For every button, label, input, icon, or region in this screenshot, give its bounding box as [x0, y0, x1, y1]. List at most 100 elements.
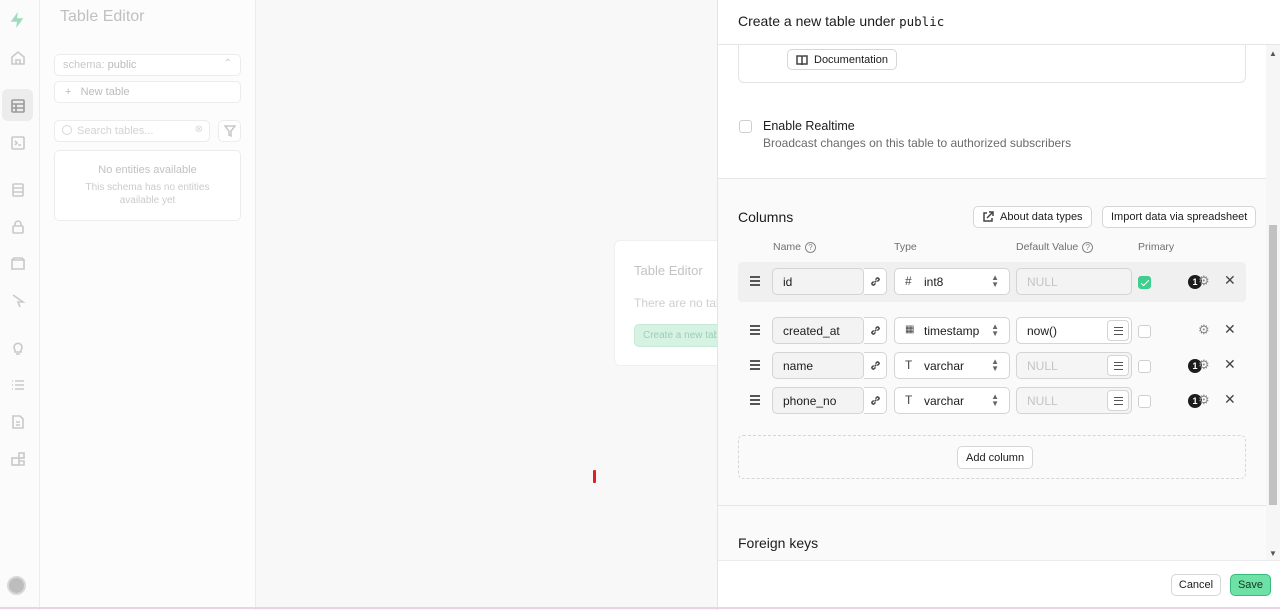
chevron-updown-icon: ▲ ▼ [991, 392, 999, 408]
hash-icon: # [905, 274, 912, 288]
primary-checkbox[interactable] [1138, 276, 1151, 289]
header-type: Type [894, 241, 917, 253]
header-name-label: Name [773, 241, 802, 253]
drag-handle-icon[interactable] [750, 395, 760, 405]
primary-checkbox[interactable] [1138, 325, 1151, 338]
column-name-input[interactable]: name [772, 352, 864, 379]
supabase-logo-icon[interactable] [8, 11, 26, 29]
search-icon [62, 125, 72, 135]
storage-icon[interactable] [9, 255, 27, 273]
new-table-button[interactable]: + New table [54, 81, 241, 103]
lightbulb-icon[interactable] [9, 339, 27, 357]
foreign-key-link-button[interactable] [864, 317, 887, 344]
schema-prefix: schema: [63, 59, 105, 71]
documentation-button[interactable]: Documentation [787, 49, 897, 70]
column-name-input[interactable]: id [772, 268, 864, 295]
column-name-input[interactable]: phone_no [772, 387, 864, 414]
database-icon[interactable] [9, 181, 27, 199]
header-default-label: Default Value [1016, 241, 1079, 253]
default-value-menu-button[interactable] [1107, 355, 1129, 376]
default-value-menu-button[interactable] [1107, 390, 1129, 411]
schema-selector[interactable]: schema: public ⌃ [54, 54, 241, 76]
table-editor-icon[interactable] [9, 97, 27, 115]
clear-icon[interactable]: ⊗ [195, 124, 203, 135]
help-icon[interactable]: ? [1082, 241, 1094, 253]
column-type-select[interactable]: T varchar ▲ ▼ [894, 387, 1010, 414]
column-type-value: int8 [924, 275, 944, 289]
remove-column-button[interactable]: ✕ [1224, 356, 1236, 373]
avatar[interactable] [7, 576, 26, 595]
scroll-down-arrow-icon[interactable]: ▼ [1269, 549, 1277, 558]
column-type-select[interactable]: ▦ timestamp ▲ ▼ [894, 317, 1010, 344]
empty-state: No entities available This schema has no… [54, 150, 241, 221]
remove-column-button[interactable]: ✕ [1224, 391, 1236, 408]
link-icon [870, 277, 880, 286]
chevron-updown-icon: ▲ ▼ [991, 322, 999, 338]
column-type-value: varchar [924, 359, 965, 373]
default-value-input[interactable]: NULL [1016, 268, 1132, 295]
enable-realtime-checkbox[interactable] [739, 120, 752, 133]
list-icon[interactable] [9, 376, 27, 394]
import-spreadsheet-button[interactable]: Import data via spreadsheet [1102, 206, 1257, 228]
column-row-id: id # int8 ▲ ▼ NULL 1 ⚙ ✕ [738, 262, 1246, 302]
empty-description: This schema has no entities available ye… [85, 182, 210, 206]
filter-button[interactable] [218, 120, 241, 142]
foreign-key-link-button[interactable] [864, 268, 887, 295]
remove-column-button[interactable]: ✕ [1224, 272, 1236, 289]
panel-scrollbar[interactable]: ▲ ▼ [1266, 45, 1280, 560]
book-icon [796, 54, 808, 65]
help-icon[interactable]: ? [805, 241, 817, 253]
list-icon [1113, 361, 1123, 370]
column-type-value: varchar [924, 394, 965, 408]
integrations-icon[interactable] [9, 450, 27, 468]
realtime-section: Documentation Enable Realtime Broadcast … [718, 45, 1267, 179]
about-data-types-button[interactable]: About data types [973, 206, 1092, 228]
foreign-keys-title: Foreign keys [738, 535, 819, 551]
gear-icon[interactable]: ⚙ [1198, 392, 1210, 408]
default-value-menu-button[interactable] [1107, 320, 1129, 341]
remove-column-button[interactable]: ✕ [1224, 321, 1236, 338]
cancel-button[interactable]: Cancel [1171, 574, 1221, 596]
gear-icon[interactable]: ⚙ [1198, 357, 1210, 373]
list-icon [1113, 326, 1123, 335]
foreign-key-link-button[interactable] [864, 352, 887, 379]
column-type-select[interactable]: # int8 ▲ ▼ [894, 268, 1010, 295]
calendar-icon: ▦ [905, 324, 915, 335]
drag-handle-icon[interactable] [750, 360, 760, 370]
list-icon [1113, 396, 1123, 405]
drag-handle-icon[interactable] [750, 276, 760, 286]
empty-title: No entities available [98, 164, 197, 176]
home-icon[interactable] [9, 49, 27, 67]
foreign-key-link-button[interactable] [864, 387, 887, 414]
gear-icon[interactable]: ⚙ [1198, 273, 1210, 289]
main-title: Table Editor [634, 263, 703, 278]
add-column-button[interactable]: Add column [957, 446, 1034, 469]
sql-editor-icon[interactable] [9, 134, 27, 152]
documentation-label: Documentation [814, 53, 888, 66]
window-bottom-border [0, 607, 1280, 609]
sidebar-title: Table Editor [60, 8, 145, 25]
drag-handle-icon[interactable] [750, 325, 760, 335]
functions-icon[interactable] [9, 292, 27, 310]
save-button[interactable]: Save [1230, 574, 1271, 596]
column-type-select[interactable]: T varchar ▲ ▼ [894, 352, 1010, 379]
columns-title: Columns [738, 209, 794, 225]
panel-body[interactable]: Documentation Enable Realtime Broadcast … [718, 45, 1267, 560]
link-icon [870, 361, 880, 370]
gear-icon[interactable]: ⚙ [1198, 322, 1210, 338]
chevron-updown-icon: ▲ ▼ [991, 273, 999, 289]
column-row-phone-no: phone_no T varchar ▲ ▼ NULL 1 ⚙ ✕ [738, 381, 1246, 421]
schema-value: public [107, 59, 137, 71]
table-editor-sidebar: Table Editor schema: public ⌃ + New tabl… [40, 0, 256, 610]
column-name-input[interactable]: created_at [772, 317, 864, 344]
document-icon[interactable] [9, 413, 27, 431]
scrollbar-thumb[interactable] [1269, 225, 1277, 505]
primary-checkbox[interactable] [1138, 360, 1151, 373]
link-icon [870, 396, 880, 405]
search-tables-input[interactable]: Search tables... ⊗ [54, 120, 210, 142]
text-type-icon: T [905, 358, 913, 372]
filter-icon [223, 125, 236, 137]
scroll-up-arrow-icon[interactable]: ▲ [1269, 49, 1277, 58]
primary-checkbox[interactable] [1138, 395, 1151, 408]
lock-icon[interactable] [9, 218, 27, 236]
